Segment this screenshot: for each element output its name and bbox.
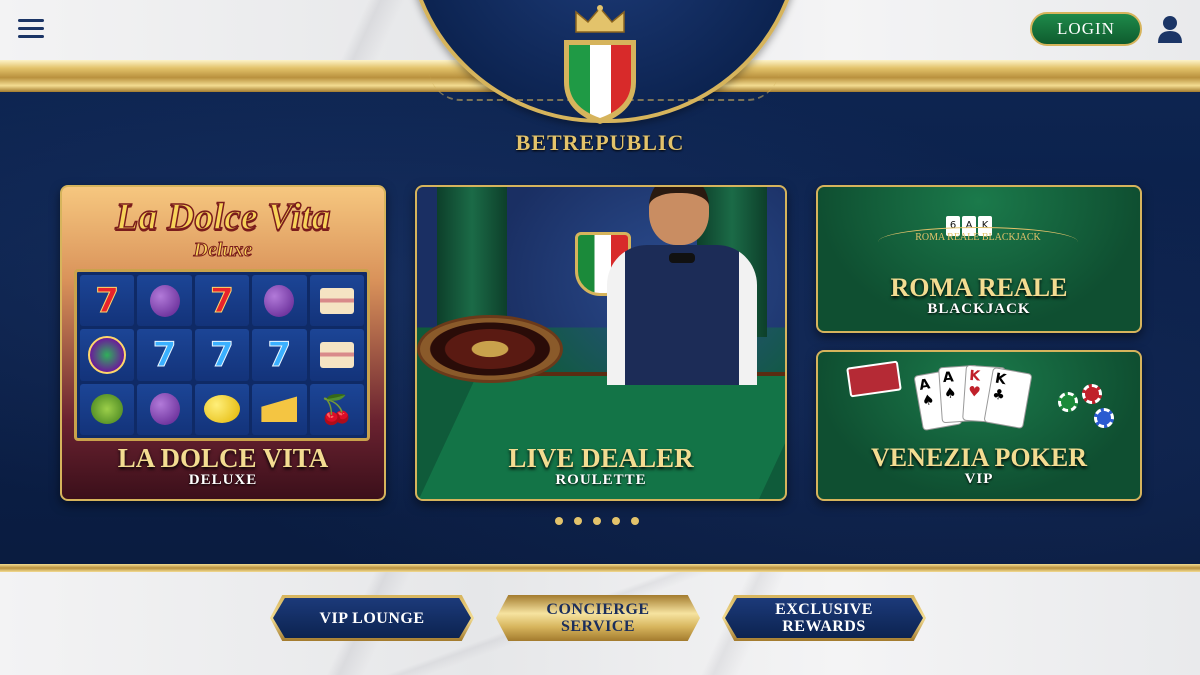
- reel-symbol-cherry: 🍒: [309, 383, 364, 435]
- menu-button[interactable]: [16, 14, 46, 44]
- reel-symbol-cake: [309, 329, 364, 381]
- carousel-dot[interactable]: [593, 517, 601, 525]
- reel-symbol-seven: 7: [80, 275, 135, 327]
- slot-reels: 7 7 7 7 7 🍒: [74, 269, 370, 441]
- button-label-line2: SERVICE: [560, 618, 636, 635]
- user-icon[interactable]: [1156, 14, 1184, 44]
- slot-logo-sub: Deluxe: [193, 239, 253, 262]
- card-title: LA DOLCE VITA: [117, 443, 329, 473]
- poker-chip-icon: [1082, 384, 1102, 404]
- reel-symbol-plum: [137, 383, 192, 435]
- hamburger-icon-line: [18, 35, 44, 38]
- card-subtitle: BLACKJACK: [927, 301, 1031, 317]
- button-label-line1: EXCLUSIVE: [775, 601, 873, 618]
- dealer-head: [649, 187, 709, 245]
- hamburger-icon-line: [18, 27, 44, 30]
- gold-band-bottom: [0, 564, 1200, 572]
- concierge-service-button[interactable]: CONCIERGE SERVICE: [496, 595, 700, 641]
- bow-tie-icon: [669, 253, 695, 263]
- card-title: ROMA REALE: [890, 273, 1068, 302]
- reel-symbol-plum: [137, 275, 192, 327]
- carousel-pagination: [555, 517, 639, 525]
- roulette-wheel-icon: [417, 315, 563, 383]
- carousel-dot[interactable]: [631, 517, 639, 525]
- button-label: VIP LOUNGE: [273, 598, 471, 638]
- brand-name: BETREPUBLIC: [515, 130, 685, 155]
- game-card-la-dolce-vita[interactable]: La Dolce Vita Deluxe 7 7 7 7 7 🍒 LA DOLC…: [60, 185, 386, 501]
- carousel-dot[interactable]: [612, 517, 620, 525]
- login-button[interactable]: LOGIN: [1030, 12, 1142, 46]
- reel-symbol-bonus: [80, 329, 135, 381]
- card-title: LIVE DEALER: [508, 443, 694, 473]
- reel-symbol-cake: [309, 275, 364, 327]
- game-card-roma-reale-blackjack[interactable]: 6AK ROMA REALE BLACKJACK ROMA REALE BLAC…: [816, 185, 1142, 333]
- game-card-live-dealer-roulette[interactable]: LIVE DEALER ROULETTE: [415, 185, 787, 501]
- vip-lounge-button[interactable]: VIP LOUNGE: [270, 595, 474, 641]
- reel-symbol-seven: 7: [137, 329, 192, 381]
- reel-symbol-lemon: [194, 383, 250, 435]
- carousel-dot[interactable]: [574, 517, 582, 525]
- reel-symbol-melon: [80, 383, 135, 435]
- poker-chip-icon: [1094, 408, 1114, 428]
- poker-chip-icon: [1058, 392, 1078, 412]
- card-deck-icon: [846, 360, 902, 398]
- reel-symbol-seven: 7: [194, 275, 250, 327]
- italian-crown-shield-icon: [564, 5, 636, 124]
- button-label-line1: CONCIERGE: [546, 601, 650, 618]
- slot-logo: La Dolce Vita: [115, 195, 332, 239]
- reel-symbol-seven: 7: [252, 329, 307, 381]
- button-label-wrap: EXCLUSIVE REWARDS: [725, 598, 923, 638]
- card-subtitle: DELUXE: [188, 472, 258, 488]
- card-subtitle: VIP: [964, 471, 994, 487]
- game-card-venezia-poker[interactable]: A ♠ A ♠ K ♥ K ♣ VENEZIA POKER VIP: [816, 350, 1142, 501]
- reel-symbol-cheese: [252, 383, 307, 435]
- exclusive-rewards-button[interactable]: EXCLUSIVE REWARDS: [722, 595, 926, 641]
- card-subtitle: ROULETTE: [555, 472, 647, 488]
- dealer-figure: [607, 187, 757, 385]
- hamburger-icon-line: [18, 19, 44, 22]
- carousel-dot[interactable]: [555, 517, 563, 525]
- reel-symbol-seven: 7: [194, 329, 250, 381]
- card-title: VENEZIA POKER: [871, 443, 1087, 472]
- button-label-line2: REWARDS: [782, 618, 866, 635]
- table-arc-text: ROMA REALE BLACKJACK: [878, 227, 1078, 257]
- dealer-body: [607, 245, 757, 385]
- reel-symbol-plum: [252, 275, 307, 327]
